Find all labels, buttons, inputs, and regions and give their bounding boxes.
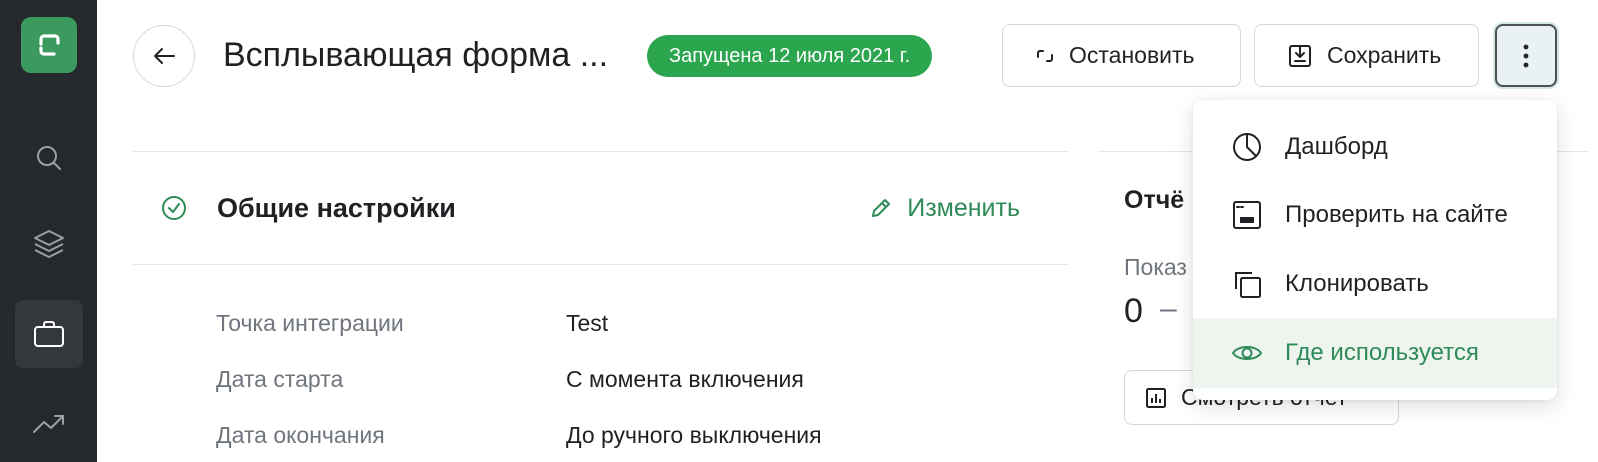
save-icon [1289, 44, 1311, 67]
edit-link-label: Изменить [907, 194, 1020, 222]
save-button[interactable]: Сохранить [1254, 24, 1479, 87]
back-button[interactable] [133, 25, 195, 87]
app-logo[interactable] [21, 17, 77, 73]
menu-item-label: Клонировать [1285, 270, 1429, 297]
property-label: Дата старта [216, 366, 344, 392]
sidebar [0, 0, 97, 462]
check-circle-icon [161, 195, 187, 226]
menu-item-label: Где используется [1285, 339, 1479, 366]
property-value: До ручного выключения [566, 422, 822, 448]
save-button-label: Сохранить [1327, 42, 1442, 68]
property-value: Test [566, 310, 609, 336]
general-settings-header: Общие настройки Изменить [133, 152, 1068, 264]
menu-item-check-on-site[interactable]: Проверить на сайте [1193, 180, 1557, 250]
section-title: Общие настройки [217, 193, 456, 223]
logo-icon [39, 34, 60, 56]
menu-item-dashboard[interactable]: Дашборд [1193, 112, 1557, 182]
sidebar-item-campaigns[interactable] [15, 300, 83, 368]
report-dash: – [1160, 292, 1177, 325]
stop-button[interactable]: Остановить [1002, 24, 1241, 87]
property-value: С момента включения [566, 366, 804, 392]
menu-item-label: Дашборд [1285, 133, 1388, 160]
edit-link[interactable]: Изменить [869, 192, 1020, 224]
layers-icon [34, 230, 64, 258]
menu-item-where-used[interactable]: Где используется [1193, 318, 1557, 388]
property-label: Точка интеграции [216, 310, 404, 336]
report-label: Показ [1124, 254, 1187, 280]
menu-item-label: Проверить на сайте [1285, 201, 1508, 228]
status-badge: Запущена 12 июля 2021 г. [647, 35, 933, 77]
bar-chart-icon [1145, 387, 1167, 409]
copy-icon [1230, 267, 1264, 301]
sidebar-item-analytics[interactable] [15, 390, 83, 458]
divider [133, 264, 1068, 265]
briefcase-icon [34, 321, 64, 347]
trending-up-icon [33, 415, 64, 433]
stop-loop-icon [1037, 49, 1053, 62]
property-label: Дата окончания [216, 422, 385, 448]
search-icon [37, 146, 61, 170]
browser-window-icon [1230, 198, 1264, 232]
arrow-left-icon [154, 48, 175, 64]
eye-icon [1230, 336, 1264, 370]
pie-chart-icon [1230, 130, 1264, 164]
more-vertical-icon [1523, 44, 1529, 67]
sidebar-item-layers[interactable] [15, 210, 83, 278]
report-value: 0 [1124, 292, 1143, 330]
stop-button-label: Остановить [1069, 42, 1195, 68]
more-actions-button[interactable] [1495, 24, 1557, 87]
menu-item-clone[interactable]: Клонировать [1193, 249, 1557, 319]
pencil-icon [869, 196, 893, 220]
page-title: Всплывающая форма ... [223, 36, 609, 74]
more-actions-menu: Дашборд Проверить на сайте Клонировать Г… [1193, 100, 1557, 400]
sidebar-item-search[interactable] [15, 124, 83, 192]
report-title: Отчё [1124, 186, 1185, 214]
